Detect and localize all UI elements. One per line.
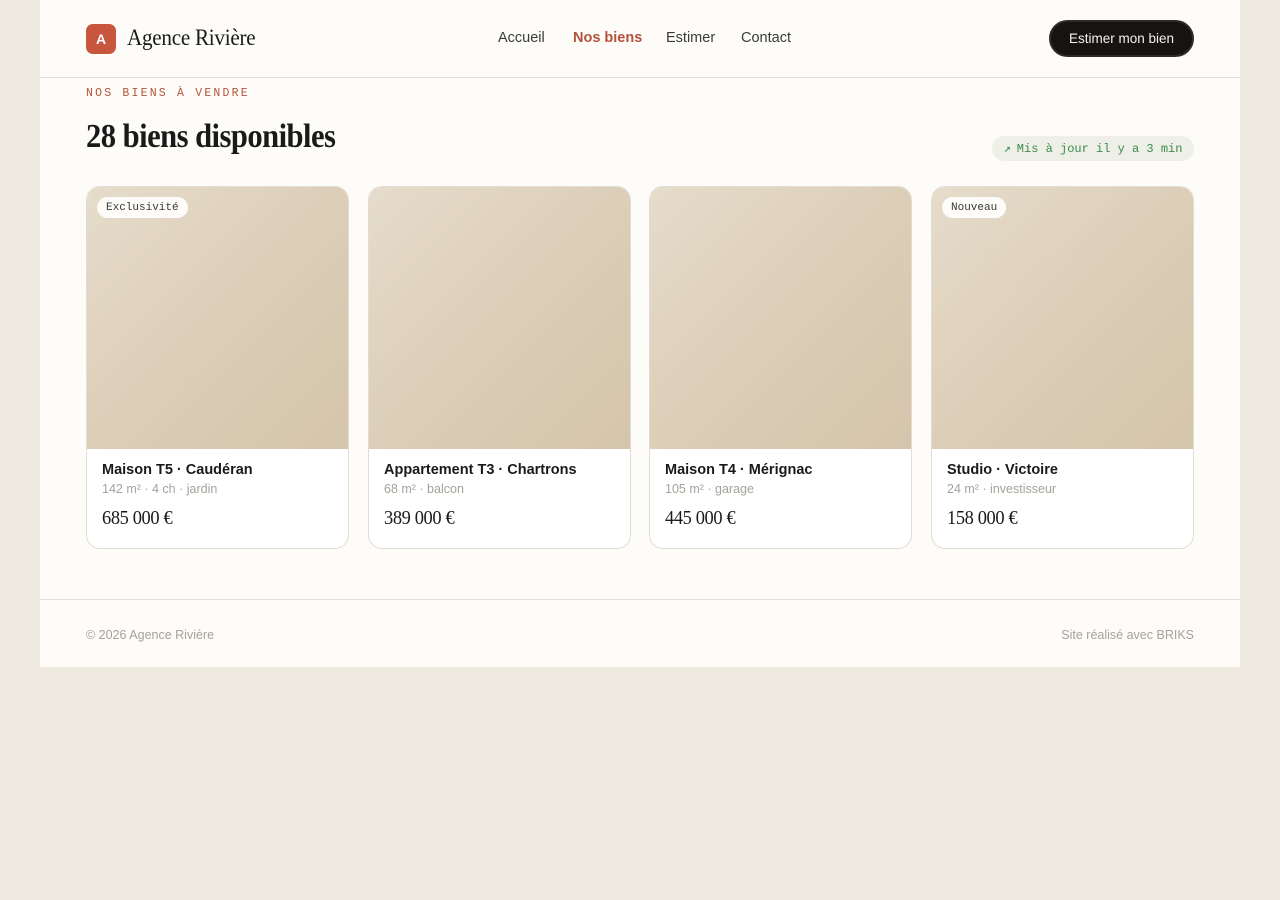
- listing-price: 685 000 €: [102, 507, 173, 529]
- section-eyebrow: NOS BIENS À VENDRE: [86, 87, 250, 100]
- listing-image: [932, 187, 1193, 449]
- nav-link-contact[interactable]: Contact: [741, 30, 791, 46]
- brand-name[interactable]: Agence Rivière: [127, 25, 256, 51]
- listing-meta: 24 m² · investisseur: [947, 482, 1057, 496]
- site-header: A Agence Rivière Accueil Nos biens Estim…: [40, 0, 1240, 78]
- listing-badge: Exclusivité: [97, 197, 188, 218]
- logo-mark[interactable]: A: [86, 24, 116, 54]
- site-footer: © 2026 Agence Rivière Site réalisé avec …: [40, 599, 1240, 667]
- listing-image: [650, 187, 911, 449]
- listing-card[interactable]: Nouveau Studio · Victoire 24 m² · invest…: [931, 186, 1194, 549]
- update-status-badge: ↗ Mis à jour il y a 3 min: [992, 136, 1194, 161]
- listing-price: 158 000 €: [947, 507, 1018, 529]
- update-status-text: Mis à jour il y a 3 min: [1016, 141, 1183, 156]
- nav-link-nos-biens[interactable]: Nos biens: [573, 30, 642, 46]
- listing-meta: 142 m² · 4 ch · jardin: [102, 482, 218, 496]
- footer-credit-link[interactable]: Site réalisé avec BRIKS: [1061, 628, 1194, 642]
- listing-image: [87, 187, 348, 449]
- listing-price: 389 000 €: [384, 507, 455, 529]
- listing-title: Maison T5 · Caudéran: [102, 462, 253, 478]
- listing-card[interactable]: Maison T4 · Mérignac 105 m² · garage 445…: [649, 186, 912, 549]
- listing-title: Appartement T3 · Chartrons: [384, 462, 577, 478]
- listing-title: Maison T4 · Mérignac: [665, 462, 813, 478]
- listing-badge: Nouveau: [942, 197, 1007, 218]
- listing-meta: 68 m² · balcon: [384, 482, 464, 496]
- listing-card[interactable]: Exclusivité Maison T5 · Caudéran 142 m² …: [86, 186, 349, 549]
- nav-link-estimer[interactable]: Estimer: [666, 30, 715, 46]
- nav-link-accueil[interactable]: Accueil: [498, 30, 545, 46]
- estimate-property-button[interactable]: Estimer mon bien: [1049, 20, 1194, 57]
- footer-copyright: © 2026 Agence Rivière: [86, 628, 215, 642]
- page-title: 28 biens disponibles: [86, 118, 336, 155]
- arrow-up-right-icon: ↗: [1003, 142, 1011, 156]
- page: A Agence Rivière Accueil Nos biens Estim…: [40, 0, 1240, 667]
- listing-price: 445 000 €: [665, 507, 736, 529]
- listing-image: [369, 187, 630, 449]
- listing-meta: 105 m² · garage: [665, 482, 754, 496]
- listing-card[interactable]: Appartement T3 · Chartrons 68 m² · balco…: [368, 186, 631, 549]
- listing-title: Studio · Victoire: [947, 462, 1058, 478]
